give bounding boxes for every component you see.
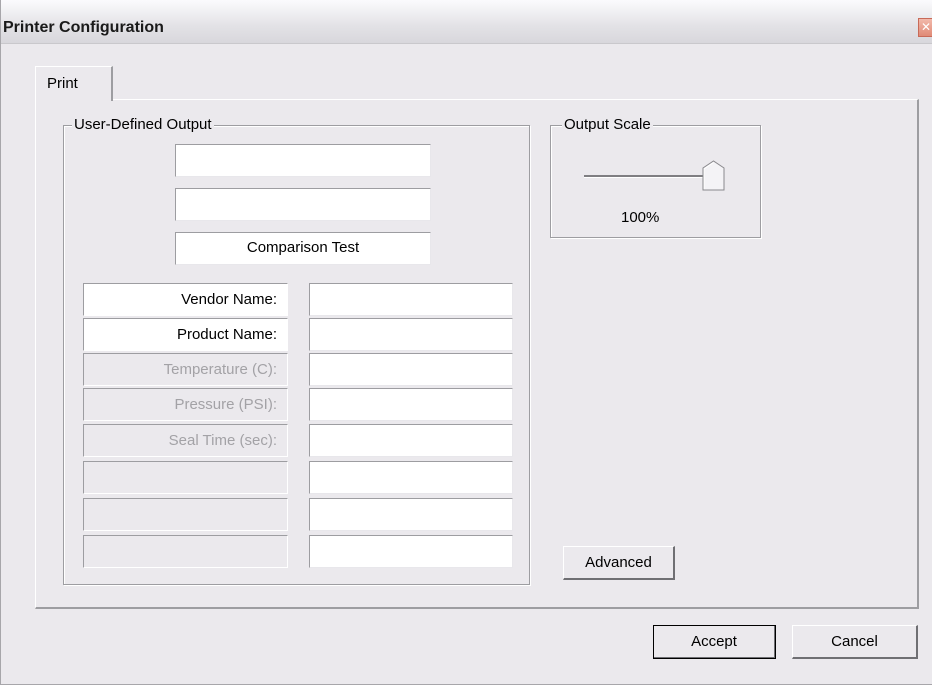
custom-label-6: [83, 461, 288, 494]
title-bar[interactable]: Printer Configuration ✕: [1, 0, 932, 44]
pressure-field[interactable]: [309, 388, 513, 421]
cancel-button[interactable]: Cancel: [792, 625, 918, 659]
custom-field-6[interactable]: [309, 461, 513, 494]
tab-print[interactable]: Print: [35, 66, 113, 101]
vendor-name-field[interactable]: [309, 283, 513, 316]
window-title: Printer Configuration: [3, 19, 164, 36]
output-line-1-field[interactable]: [175, 144, 431, 177]
output-scale-value: 100%: [621, 209, 660, 226]
vendor-name-label: Vendor Name:: [83, 283, 288, 316]
row-4-label-text: Pressure (PSI):: [174, 396, 277, 413]
output-line-2-field[interactable]: [175, 188, 431, 221]
output-scale-slider[interactable]: [584, 175, 714, 178]
row-3-label-text: Temperature (C):: [163, 361, 277, 378]
custom-field-7[interactable]: [309, 498, 513, 531]
accept-button[interactable]: Accept: [653, 625, 776, 659]
row-5-label-text: Seal Time (sec):: [168, 432, 277, 449]
seal-time-field[interactable]: [309, 424, 513, 457]
pressure-label: Pressure (PSI):: [83, 388, 288, 421]
custom-label-8: [83, 535, 288, 568]
temperature-field[interactable]: [309, 353, 513, 386]
product-name-label: Product Name:: [83, 318, 288, 351]
output-line-3-value: Comparison Test: [246, 239, 360, 256]
slider-thumb-icon[interactable]: [702, 160, 725, 191]
row-1-label-text: Vendor Name:: [181, 291, 277, 308]
custom-field-8[interactable]: [309, 535, 513, 568]
custom-label-7: [83, 498, 288, 531]
output-line-3-field[interactable]: Comparison Test: [175, 232, 431, 265]
advanced-button[interactable]: Advanced: [563, 546, 675, 580]
tab-print-label: Print: [47, 75, 78, 92]
close-icon: ✕: [920, 20, 932, 34]
temperature-label: Temperature (C):: [83, 353, 288, 386]
product-name-field[interactable]: [309, 318, 513, 351]
row-2-label-text: Product Name:: [176, 326, 277, 343]
seal-time-label: Seal Time (sec):: [83, 424, 288, 457]
close-button[interactable]: ✕: [918, 18, 932, 37]
user-defined-output-label: User-Defined Output: [72, 116, 214, 134]
output-scale-label: Output Scale: [562, 116, 653, 134]
printer-configuration-window: Printer Configuration ✕ Print User-Defin…: [0, 0, 932, 685]
